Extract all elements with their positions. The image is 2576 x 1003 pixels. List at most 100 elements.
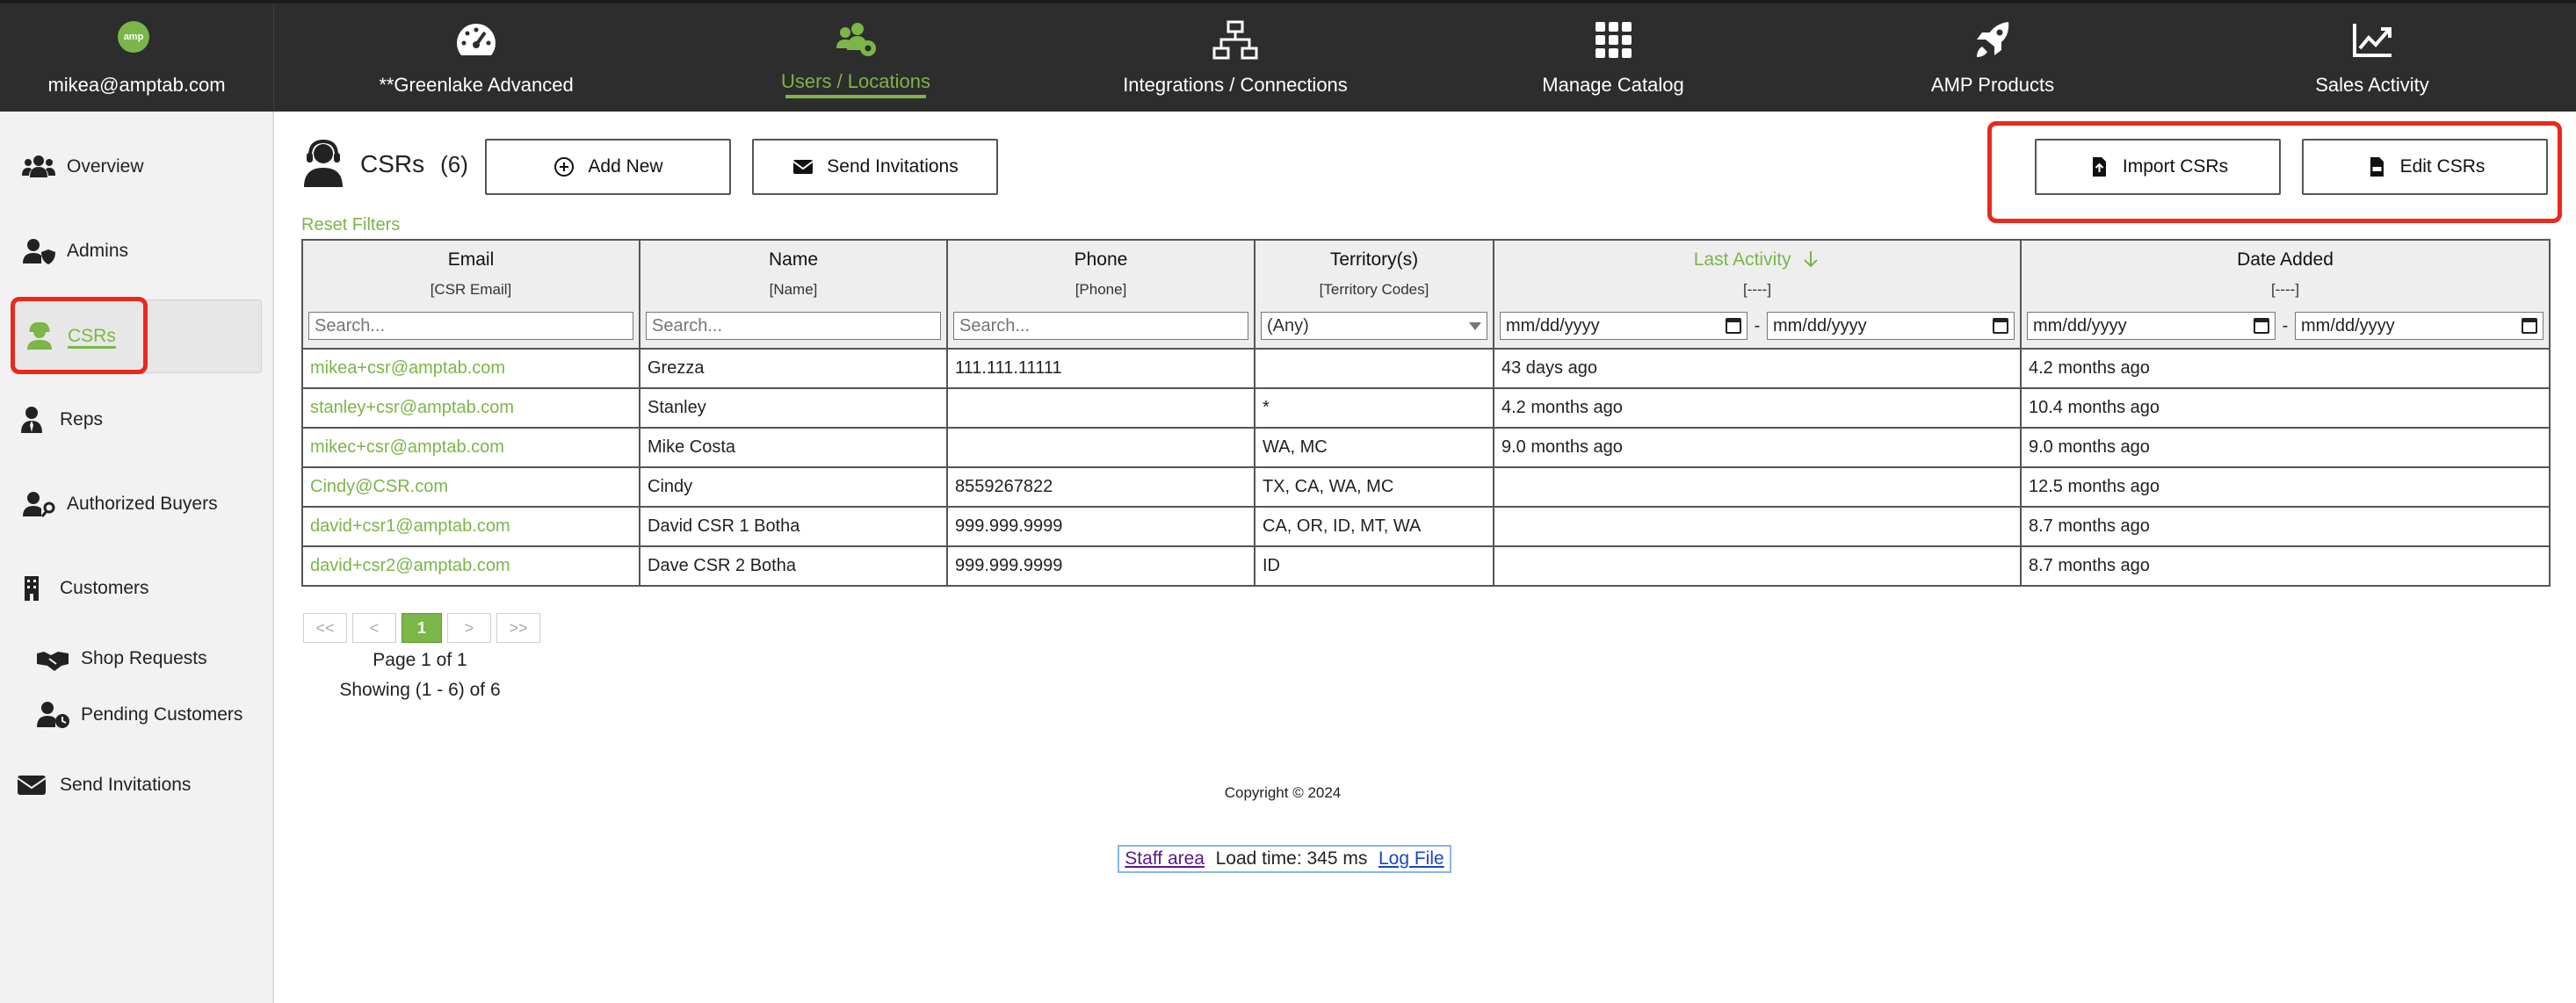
send-invitations-button[interactable]: Send Invitations (752, 139, 998, 195)
table-row[interactable]: Cindy@CSR.com Cindy 8559267822 TX, CA, W… (301, 466, 2551, 508)
sidebar-item-pending-customers[interactable]: Pending Customers (0, 684, 274, 746)
column-territory: Territory(s) [Territory Codes] (Any) (1254, 239, 1494, 350)
import-csrs-button[interactable]: Import CSRs (2035, 139, 2281, 195)
table-row[interactable]: mikea+csr@amptab.com Grezza 111.111.1111… (301, 348, 2551, 389)
cell-email[interactable]: david+csr2@amptab.com (301, 545, 640, 587)
nav-item-integrations[interactable]: Integrations / Connections (1033, 4, 1437, 112)
nav-item-users-locations[interactable]: Users / Locations (678, 4, 1033, 112)
column-title-phone[interactable]: Phone (948, 241, 1254, 281)
next-page-button[interactable]: > (447, 613, 491, 643)
date-added-to-date[interactable]: mm/dd/yyyy (2295, 312, 2543, 340)
log-file-link[interactable]: Log File (1378, 848, 1444, 870)
table-row[interactable]: stanley+csr@amptab.com Stanley * 4.2 mon… (301, 387, 2551, 429)
sidebar-item-send-invitations[interactable]: Send Invitations (0, 754, 274, 816)
calendar-icon[interactable] (1726, 318, 1741, 334)
date-added-from-value: mm/dd/yyyy (2033, 315, 2127, 336)
sidebar-item-reps[interactable]: Reps (0, 389, 274, 451)
name-search-input[interactable] (646, 312, 941, 340)
column-phone: Phone [Phone] (946, 239, 1255, 350)
cell-name: Grezza (639, 348, 948, 389)
column-name: Name [Name] (639, 239, 948, 350)
nav-label-greenlake: **Greenlake Advanced (379, 74, 574, 96)
nav-label-sales-activity: Sales Activity (2315, 74, 2429, 96)
user-key-icon (19, 489, 58, 519)
column-title-name[interactable]: Name (640, 241, 946, 281)
table-row[interactable]: mikec+csr@amptab.com Mike Costa WA, MC 9… (301, 427, 2551, 468)
sidebar-item-overview[interactable]: Overview (0, 136, 274, 198)
column-last-activity: Last Activity [----] mm/dd/yyyy - mm/dd/… (1493, 239, 2022, 350)
cell-territory: WA, MC (1254, 427, 1494, 468)
email-search-input[interactable] (308, 312, 633, 340)
sidebar-item-authorized-buyers[interactable]: Authorized Buyers (0, 473, 274, 535)
cell-email[interactable]: mikea+csr@amptab.com (301, 348, 640, 389)
handshake-icon (33, 644, 72, 674)
last-page-button[interactable]: >> (496, 613, 540, 643)
cell-date-added: 9.0 months ago (2020, 427, 2551, 468)
staff-area-link[interactable]: Staff area (1125, 848, 1205, 870)
sidebar-label-admins: Admins (67, 241, 129, 261)
page-header: CSRs (6) (300, 136, 468, 192)
cell-last-activity: 4.2 months ago (1493, 387, 2022, 429)
phone-search-input[interactable] (953, 312, 1248, 340)
nav-item-amp-products[interactable]: AMP Products (1789, 4, 2196, 112)
cell-email[interactable]: Cindy@CSR.com (301, 466, 640, 508)
nav-user-account[interactable]: amp mikea@amptab.com (0, 4, 274, 112)
load-time-text: Load time: 345 ms (1215, 848, 1368, 869)
cell-territory: TX, CA, WA, MC (1254, 466, 1494, 508)
nav-item-greenlake[interactable]: **Greenlake Advanced (274, 4, 678, 112)
column-date-added: Date Added [----] mm/dd/yyyy - mm/dd/yyy… (2020, 239, 2551, 350)
first-page-button[interactable]: << (303, 613, 347, 643)
edit-csrs-button[interactable]: Edit CSRs (2302, 139, 2548, 195)
chart-line-icon (2346, 19, 2399, 61)
network-icon (1209, 19, 1262, 61)
column-title-territory[interactable]: Territory(s) (1255, 241, 1493, 281)
envelope-icon (792, 155, 814, 178)
calendar-icon[interactable] (1993, 318, 2008, 334)
cell-name: David CSR 1 Botha (639, 506, 948, 547)
last-activity-from-date[interactable]: mm/dd/yyyy (1500, 312, 1747, 340)
table-row[interactable]: david+csr1@amptab.com David CSR 1 Botha … (301, 506, 2551, 547)
page-title: CSRs (360, 150, 425, 177)
current-page-button[interactable]: 1 (402, 613, 442, 643)
top-navigation: amp mikea@amptab.com **Greenlake Advance… (0, 0, 2576, 112)
user-shield-icon (19, 236, 58, 266)
calendar-icon[interactable] (2254, 318, 2269, 334)
users-gear-icon (829, 19, 882, 61)
date-added-from-date[interactable]: mm/dd/yyyy (2027, 312, 2276, 340)
reset-filters-link[interactable]: Reset Filters (301, 215, 400, 235)
cell-date-added: 4.2 months ago (2020, 348, 2551, 389)
calendar-icon[interactable] (2522, 318, 2537, 334)
debug-footer: Staff area Load time: 345 ms Log File (1118, 845, 1451, 873)
grid-icon (1587, 19, 1639, 61)
cell-name: Mike Costa (639, 427, 948, 468)
copyright-text: Copyright © 2024 (1224, 784, 1342, 801)
nav-item-sales-activity[interactable]: Sales Activity (2196, 4, 2548, 112)
cell-email[interactable]: stanley+csr@amptab.com (301, 387, 640, 429)
cell-name: Stanley (639, 387, 948, 429)
edit-csrs-label: Edit CSRs (2399, 156, 2486, 177)
csr-count: (6) (440, 150, 468, 177)
headset-user-icon (304, 140, 343, 187)
file-import-icon (2088, 155, 2110, 178)
sidebar-item-admins[interactable]: Admins (0, 220, 274, 282)
last-activity-to-date[interactable]: mm/dd/yyyy (1767, 312, 2015, 340)
column-title-date-added[interactable]: Date Added (2022, 241, 2549, 281)
sidebar-item-customers[interactable]: Customers (0, 558, 274, 619)
column-title-email[interactable]: Email (303, 241, 639, 281)
table-row[interactable]: david+csr2@amptab.com Dave CSR 2 Botha 9… (301, 545, 2551, 587)
prev-page-button[interactable]: < (352, 613, 396, 643)
cell-email[interactable]: david+csr1@amptab.com (301, 506, 640, 547)
add-new-button[interactable]: Add New (485, 139, 731, 195)
cell-last-activity (1493, 545, 2022, 587)
nav-item-manage-catalog[interactable]: Manage Catalog (1437, 4, 1789, 112)
sidebar-item-shop-requests[interactable]: Shop Requests (0, 628, 274, 689)
page-indicator: Page 1 of 1 (373, 650, 467, 670)
territory-select[interactable]: (Any) (1261, 312, 1487, 340)
send-invitations-label: Send Invitations (827, 156, 959, 177)
cell-email[interactable]: mikec+csr@amptab.com (301, 427, 640, 468)
envelope-icon (12, 770, 51, 800)
column-title-last-activity[interactable]: Last Activity (1494, 241, 2020, 281)
table-header-row: Email [CSR Email] Name [Name] Phone [Pho… (301, 239, 2551, 350)
sidebar-item-csrs[interactable]: CSRs (11, 299, 262, 373)
cell-last-activity (1493, 506, 2022, 547)
